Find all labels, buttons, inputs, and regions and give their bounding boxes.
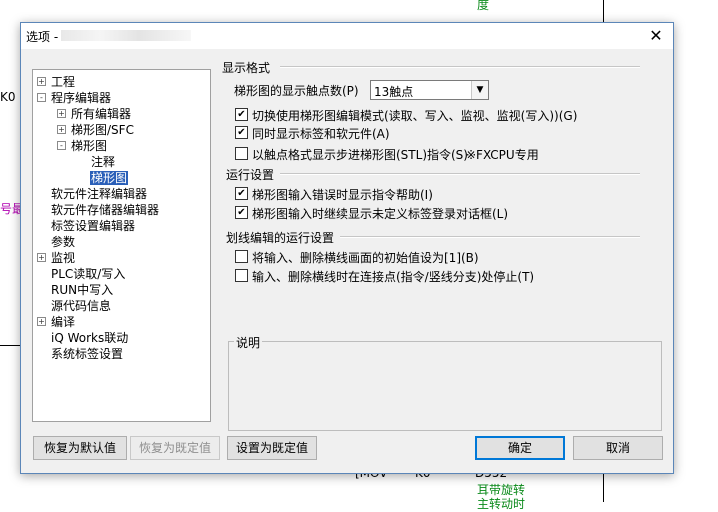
bg-left-k0: K0 (0, 90, 16, 104)
tree-item-plc-read-write[interactable]: PLC读取/写入 (51, 266, 125, 282)
contact-count-label: 梯形图的显示触点数(P) (234, 84, 359, 98)
tree-item-label: 所有编辑器 (71, 107, 132, 121)
tree-item-label: 工程 (51, 75, 76, 89)
bg-top-label: 度 (477, 0, 490, 12)
tree-item-ladder-sfc[interactable]: + 梯形图/SFC (57, 122, 134, 138)
collapse-icon[interactable]: - (57, 141, 66, 150)
tree-item-label: 系统标签设置 (51, 347, 124, 361)
tree-item-monitor[interactable]: + 监视 (37, 250, 75, 266)
tree-item-device-memory-editor[interactable]: 软元件存储器编辑器 (51, 202, 159, 218)
undefined-label-dialog-label[interactable]: 梯形图输入时继续显示未定义标签登录对话框(L) (252, 205, 508, 222)
tree-item-label: 梯形图 (90, 171, 129, 185)
tree-item-run-write[interactable]: RUN中写入 (51, 282, 113, 298)
tree-item-ladder[interactable]: - 梯形图 (57, 138, 107, 154)
section-divider (340, 236, 640, 238)
tree-item-label: 软元件存储器编辑器 (51, 203, 160, 217)
bg-bottom-green2: 主转动时 (477, 497, 526, 511)
tree-item-project[interactable]: + 工程 (37, 74, 75, 90)
section-divider (280, 66, 640, 68)
run-settings-title: 运行设置 (226, 168, 275, 182)
show-label-device-label[interactable]: 同时显示标签和软元件(A) (252, 125, 390, 142)
instruction-help-checkbox[interactable]: ✔ (235, 187, 248, 200)
tree-item-label: 梯形图/SFC (71, 123, 134, 137)
description-box (228, 341, 662, 431)
tree-item-iq-works[interactable]: iQ Works联动 (51, 330, 128, 346)
tree-item-label: 梯形图 (71, 139, 108, 153)
options-tree[interactable]: + 工程 - 程序编辑器 + 所有编辑器 + 梯形图/SFC - 梯形图 注释 … (32, 69, 211, 422)
contact-count-value: 13触点 (374, 85, 414, 99)
description-title: 说明 (234, 334, 263, 351)
stop-at-connection-checkbox[interactable] (235, 269, 248, 282)
tree-item-label: 源代码信息 (51, 299, 112, 313)
restore-preset-button[interactable]: 恢复为既定值 (130, 436, 220, 460)
title-redacted (61, 30, 191, 41)
close-button[interactable]: ✕ (639, 23, 673, 49)
tree-item-label: 标签设置编辑器 (51, 219, 136, 233)
expand-icon[interactable]: + (57, 109, 66, 118)
instruction-help-label[interactable]: 梯形图输入错误时显示指令帮助(I) (252, 186, 433, 203)
tree-item-label: 注释 (91, 155, 116, 169)
line-edit-title: 划线编辑的运行设置 (226, 231, 335, 245)
options-dialog: 选项 - ✕ + 工程 - 程序编辑器 + 所有编辑器 + 梯形图/SFC - … (20, 22, 674, 474)
tree-item-label: iQ Works联动 (51, 331, 129, 345)
tree-item-label: 软元件注释编辑器 (51, 187, 148, 201)
display-format-title: 显示格式 (222, 61, 271, 75)
tree-item-label: 参数 (51, 235, 76, 249)
tree-item-parameter[interactable]: 参数 (51, 234, 75, 250)
undefined-label-dialog-checkbox[interactable]: ✔ (235, 206, 248, 219)
show-label-device-checkbox[interactable]: ✔ (235, 126, 248, 139)
tree-item-all-editors[interactable]: + 所有编辑器 (57, 106, 131, 122)
bg-h-line (0, 345, 20, 346)
bg-vertical-line-bottom (603, 472, 604, 502)
tree-item-program-editor[interactable]: - 程序编辑器 (37, 90, 111, 106)
cancel-button[interactable]: 取消 (573, 436, 663, 460)
expand-icon[interactable]: + (57, 125, 66, 134)
section-divider (280, 173, 640, 175)
tree-item-source-info[interactable]: 源代码信息 (51, 298, 111, 314)
tree-item-label-setting-editor[interactable]: 标签设置编辑器 (51, 218, 135, 234)
set-preset-button[interactable]: 设置为既定值 (227, 436, 317, 460)
line-initial-value-label[interactable]: 将输入、删除横线画面的初始值设为[1](B) (252, 249, 479, 266)
tree-item-compile[interactable]: + 编译 (37, 314, 75, 330)
fxcpu-note: ※FXCPU专用 (466, 148, 539, 162)
tree-item-label: RUN中写入 (51, 283, 114, 297)
collapse-icon[interactable]: - (37, 93, 46, 102)
tree-item-label: 监视 (51, 251, 76, 265)
dialog-title: 选项 - (26, 30, 59, 44)
ok-button[interactable]: 确定 (475, 436, 565, 460)
stl-contact-checkbox[interactable] (235, 147, 248, 160)
stl-contact-label[interactable]: 以触点格式显示步进梯形图(STL)指令(S) (252, 146, 468, 163)
tree-item-system-label[interactable]: 系统标签设置 (51, 346, 123, 362)
tree-item-label: 程序编辑器 (51, 91, 112, 105)
contact-count-select[interactable]: 13触点 ▼ (370, 80, 489, 100)
stop-at-connection-label[interactable]: 输入、删除横线时在连接点(指令/竖线分支)处停止(T) (252, 268, 534, 285)
tree-item-ladder-selected[interactable]: 梯形图 (90, 170, 129, 186)
title-bar[interactable]: 选项 - ✕ (21, 23, 673, 49)
tree-item-device-comment-editor[interactable]: 软元件注释编辑器 (51, 186, 147, 202)
bg-vertical-line (603, 0, 604, 22)
ladder-edit-mode-checkbox[interactable]: ✔ (235, 108, 248, 121)
tree-item-label: 编译 (51, 315, 76, 329)
line-initial-value-checkbox[interactable] (235, 250, 248, 263)
tree-item-label: PLC读取/写入 (51, 267, 126, 281)
expand-icon[interactable]: + (37, 253, 46, 262)
restore-default-button[interactable]: 恢复为默认值 (33, 436, 127, 460)
expand-icon[interactable]: + (37, 317, 46, 326)
expand-icon[interactable]: + (37, 77, 46, 86)
tree-item-comment[interactable]: 注释 (91, 154, 115, 170)
ladder-edit-mode-label[interactable]: 切换使用梯形图编辑模式(读取、写入、监视、监视(写入))(G) (252, 107, 577, 124)
chevron-down-icon[interactable]: ▼ (471, 81, 488, 99)
